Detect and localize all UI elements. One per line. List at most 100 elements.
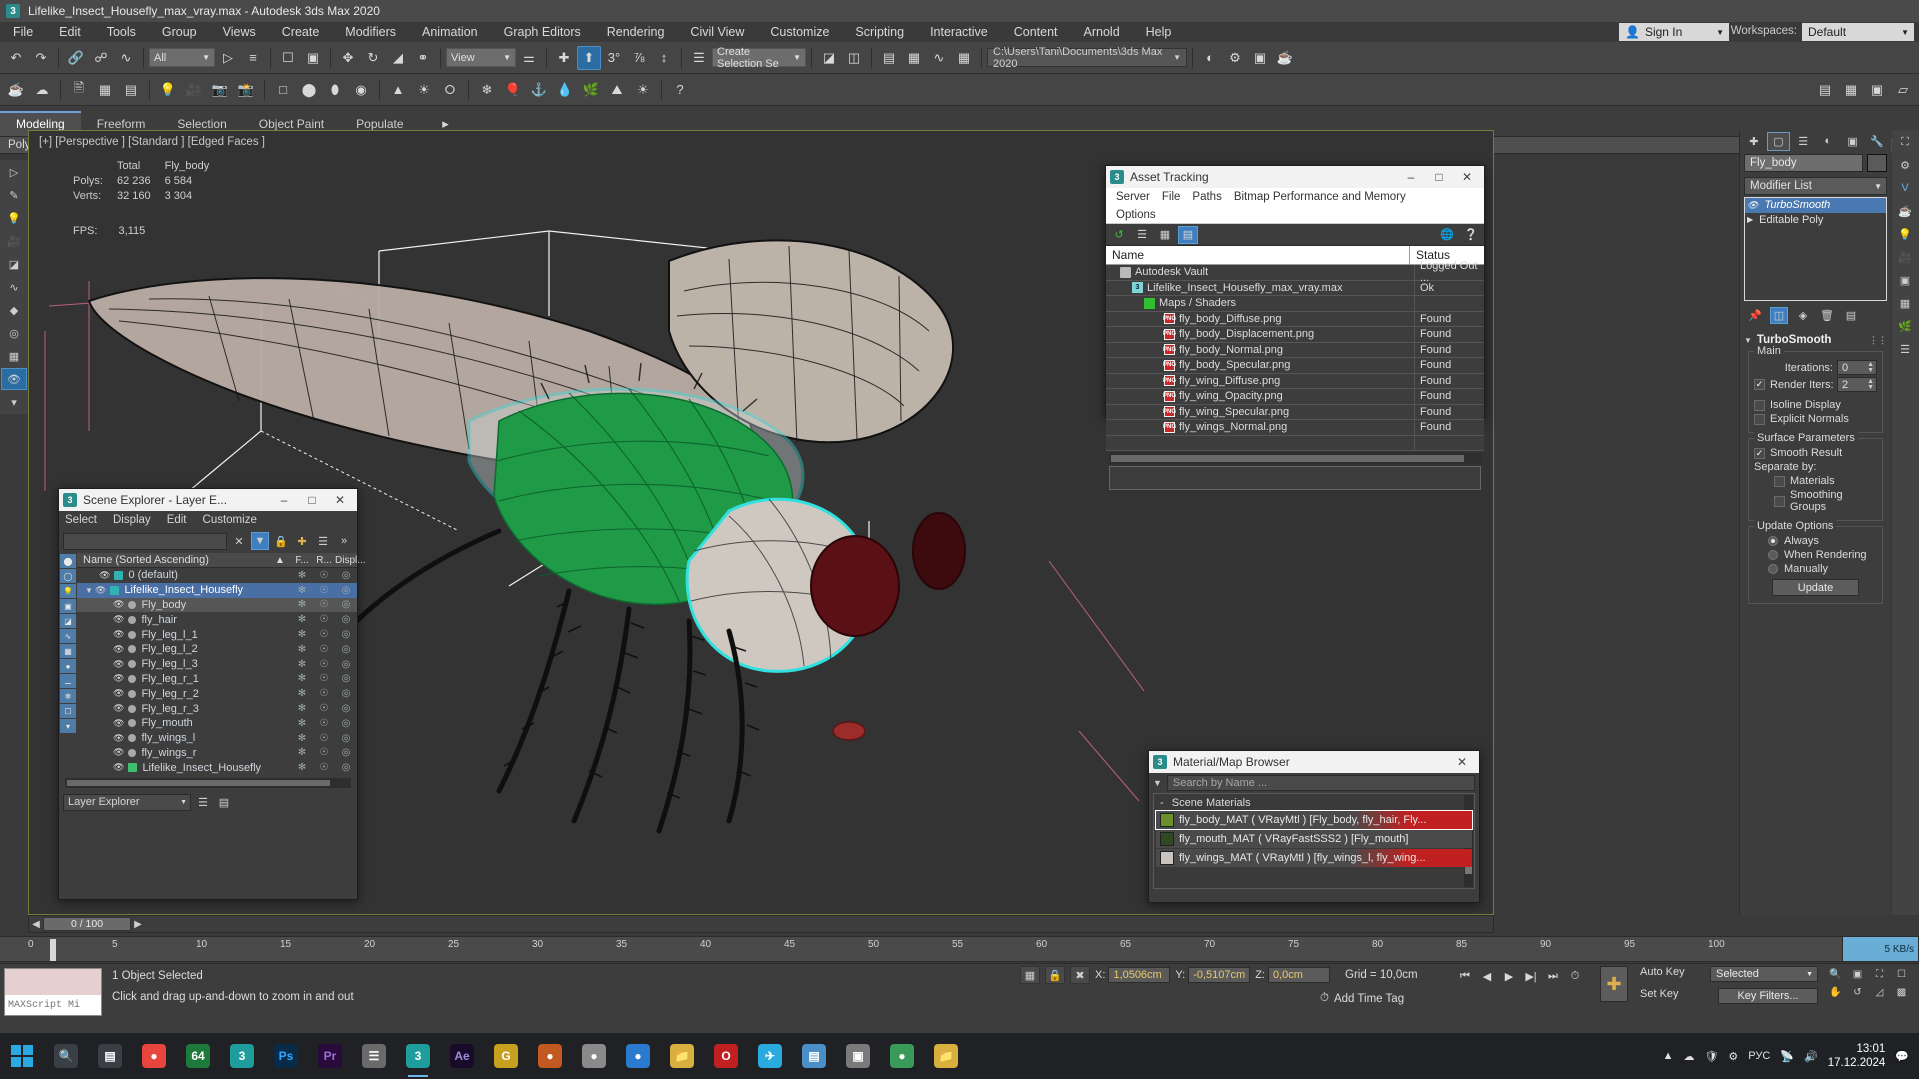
anchor-icon[interactable]: ⚓ <box>527 78 551 102</box>
render-iters-checkbox[interactable]: ✓ <box>1754 379 1765 390</box>
update-when-rendering-radio[interactable] <box>1768 550 1778 560</box>
rendered-frame-window-icon[interactable]: ▣ <box>1248 46 1272 70</box>
list-item[interactable]: 👁 Fly_leg_r_3 ✻ ☉ ◎ <box>77 701 357 716</box>
pan-icon[interactable]: ✋ <box>1825 984 1846 1001</box>
frozen-cell-icon[interactable]: ✻ <box>291 703 313 714</box>
eye-icon[interactable]: 👁 <box>1747 200 1758 211</box>
render-cell-icon[interactable]: ☉ <box>313 747 335 758</box>
menu-file[interactable]: File <box>0 22 46 42</box>
render-cell-icon[interactable]: ☉ <box>313 599 335 610</box>
notifications-icon[interactable]: 💬 <box>1895 1050 1909 1063</box>
menu-tools[interactable]: Tools <box>94 22 149 42</box>
schematic-view-icon[interactable]: ▦ <box>952 46 976 70</box>
opera-icon[interactable]: O <box>704 1033 748 1079</box>
menu-scripting[interactable]: Scripting <box>842 22 917 42</box>
update-always-radio[interactable] <box>1768 536 1778 546</box>
display-cell-icon[interactable]: ◎ <box>335 614 357 625</box>
select-object-icon[interactable]: ▷ <box>216 46 240 70</box>
detail-view-icon[interactable]: ▦ <box>1155 226 1175 244</box>
go-to-start-icon[interactable]: ⏮ <box>1455 966 1475 986</box>
maxscript-mini-listener[interactable]: MAXScript Mi <box>4 968 102 1016</box>
list-item[interactable]: 👁 Fly_leg_l_1 ✻ ☉ ◎ <box>77 627 357 642</box>
clear-search-icon[interactable]: ✕ <box>230 532 248 550</box>
configure-modifier-sets-icon[interactable]: ▤ <box>1842 307 1860 324</box>
render-cell-icon[interactable]: ☉ <box>313 733 335 744</box>
next-frame-icon[interactable]: ▶ <box>131 919 145 930</box>
explorer-icon[interactable]: 📁 <box>660 1033 704 1079</box>
list-item[interactable]: 👁 Fly_mouth ✻ ☉ ◎ <box>77 716 357 731</box>
omni-light-icon[interactable]: 💡 <box>156 78 180 102</box>
at-menu-paths[interactable]: Paths <box>1186 191 1227 203</box>
display-cell-icon[interactable]: ◎ <box>335 570 357 581</box>
asset-row[interactable]: Maps / Shaders <box>1106 296 1484 312</box>
64-app-icon[interactable]: 64 <box>176 1033 220 1079</box>
frozen-cell-icon[interactable]: ✻ <box>291 673 313 684</box>
asset-tracking-window[interactable]: 3 Asset Tracking – □ ✕ Server File Paths… <box>1105 165 1485 490</box>
maximize-viewport-icon[interactable]: ⛶ <box>1893 131 1917 153</box>
asset-row[interactable]: PNG fly_wings_Normal.png Found <box>1106 420 1484 436</box>
col-header-name[interactable]: Name (Sorted Ascending) <box>77 554 269 566</box>
group-collapse-icon[interactable]: - <box>1160 797 1164 809</box>
explicit-normals-checkbox[interactable] <box>1754 413 1765 425</box>
expand-twisty-icon[interactable]: ▶ <box>1747 215 1753 224</box>
asset-tracking-titlebar[interactable]: 3 Asset Tracking – □ ✕ <box>1106 166 1484 188</box>
se-menu-display[interactable]: Display <box>113 514 151 526</box>
asset-row[interactable]: PNG fly_wing_Diffuse.png Found <box>1106 373 1484 389</box>
start-button[interactable] <box>0 1033 44 1079</box>
spinner-snap-toggle-icon[interactable]: ↕ <box>652 46 676 70</box>
viewport-layout-icon[interactable]: ▤ <box>1813 78 1837 102</box>
display-cell-icon[interactable]: ◎ <box>335 644 357 655</box>
list-item[interactable]: 👁 Fly_leg_l_2 ✻ ☉ ◎ <box>77 642 357 657</box>
marmoset-icon[interactable]: ● <box>528 1033 572 1079</box>
filter-helpers-icon[interactable]: ◪ <box>60 614 76 628</box>
update-button[interactable]: Update <box>1772 579 1859 596</box>
eye-icon[interactable]: 👁 <box>95 585 106 596</box>
3dsmax-icon[interactable]: 3 <box>220 1033 264 1079</box>
vtool-visibility-icon[interactable]: 👁 <box>1 368 27 390</box>
go-to-end-icon[interactable]: ⏭ <box>1543 966 1563 986</box>
display-cell-icon[interactable]: ◎ <box>335 599 357 610</box>
display-cell-icon[interactable]: ◎ <box>335 673 357 684</box>
frozen-cell-icon[interactable]: ✻ <box>291 733 313 744</box>
at-menu-bitmap[interactable]: Bitmap Performance and Memory <box>1228 191 1412 203</box>
angle-snap-toggle-icon[interactable]: 3° <box>602 46 626 70</box>
list-view-icon[interactable]: ☰ <box>1132 226 1152 244</box>
display-cell-icon[interactable]: ◎ <box>335 747 357 758</box>
render-iters-stepper[interactable]: 2 ▲ ▼ <box>1837 377 1877 392</box>
menu-customize[interactable]: Customize <box>757 22 842 42</box>
daylight-icon[interactable]: ☀ <box>631 78 655 102</box>
current-frame-box[interactable]: 0 / 100 <box>43 917 131 931</box>
at-menu-file[interactable]: File <box>1156 191 1187 203</box>
material-map-browser-window[interactable]: 3 Material/Map Browser ✕ ▼ Search by Nam… <box>1148 750 1480 903</box>
cone-icon[interactable]: ▲ <box>386 78 410 102</box>
language-indicator[interactable]: РУС <box>1748 1050 1770 1062</box>
vtool-helper-icon[interactable]: ◆ <box>1 299 27 321</box>
time-slider[interactable]: ◀ 0 / 100 ▶ <box>28 915 1494 933</box>
vtool-camera-icon[interactable]: 🎥 <box>1 230 27 252</box>
render-cell-icon[interactable]: ☉ <box>313 629 335 640</box>
maxscript-output-area[interactable] <box>5 969 101 995</box>
particles-icon[interactable]: ❄ <box>475 78 499 102</box>
box-icon[interactable]: □ <box>271 78 295 102</box>
tab-utilities[interactable]: 🔧 <box>1865 132 1889 151</box>
volume-icon[interactable]: 🔊 <box>1804 1050 1818 1063</box>
selection-filter-select[interactable]: All ▼ <box>149 48 215 67</box>
spinner-arrows-icon[interactable]: ▲ ▼ <box>1867 378 1874 391</box>
col-header-display[interactable]: Displ... <box>335 555 366 566</box>
asset-tracking-icon[interactable]: 🖹 <box>67 78 91 102</box>
balloon-icon[interactable]: 🎈 <box>501 78 525 102</box>
maximize-viewport-toggle-icon[interactable]: ▩ <box>1891 984 1912 1001</box>
workspace-select[interactable]: Default ▼ <box>1802 23 1914 41</box>
viewport-config-icon[interactable]: ▦ <box>1839 78 1863 102</box>
minimize-icon[interactable]: – <box>1398 167 1424 187</box>
zoom-extents-icon[interactable]: ⛶ <box>1869 966 1890 983</box>
col-header-name[interactable]: Name <box>1106 246 1409 264</box>
display-cell-icon[interactable]: ◎ <box>335 718 357 729</box>
filter-geometry-icon[interactable]: ⬤ <box>60 554 76 568</box>
chrome-icon[interactable]: ● <box>132 1033 176 1079</box>
render-cell-icon[interactable]: ☉ <box>313 644 335 655</box>
update-manually-radio[interactable] <box>1768 564 1778 574</box>
close-icon[interactable]: ✕ <box>1449 752 1475 772</box>
next-frame-icon[interactable]: ▶| <box>1521 966 1541 986</box>
eye-icon[interactable]: 👁 <box>113 762 124 773</box>
